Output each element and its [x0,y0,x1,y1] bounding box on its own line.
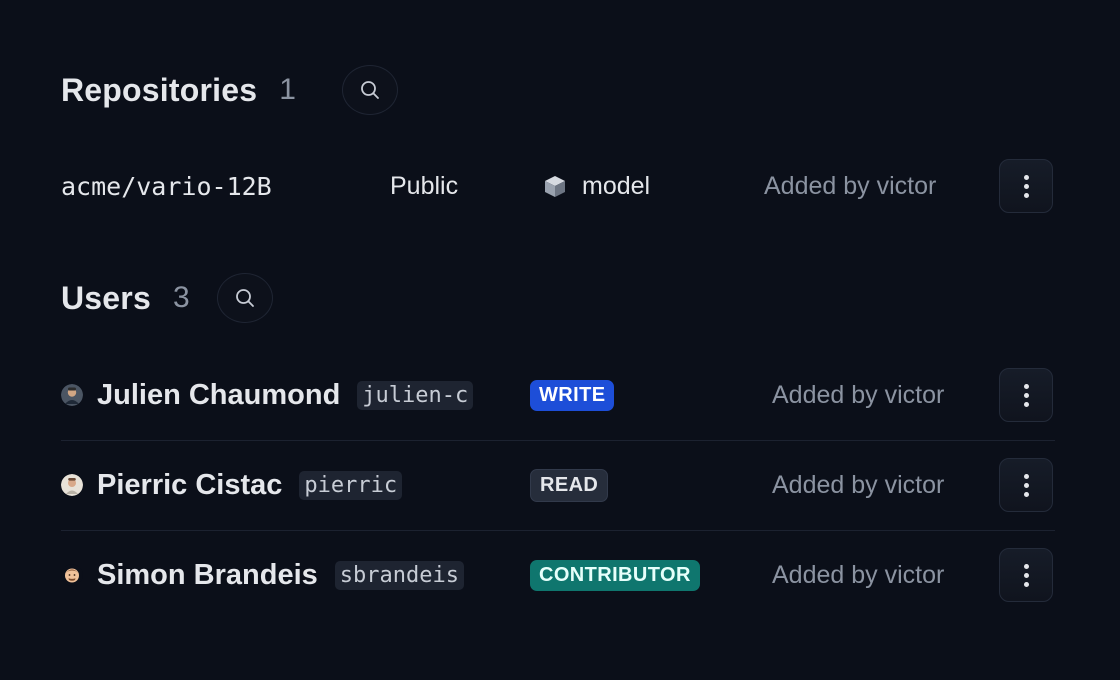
repositories-search-button[interactable] [341,65,398,115]
access-panel: Repositories 1 acme/vario-12B Public mod… [0,0,1120,680]
repository-added-cell: Added by victor [764,141,936,231]
user-handle: pierric [299,470,403,500]
search-icon [361,81,379,99]
repositories-count: 1 [279,73,296,106]
user-identity-cell: Julien Chaumond julien-c [61,350,474,440]
user-menu-cell [999,440,1053,530]
user-name[interactable]: Simon Brandeis [97,559,318,592]
user-added-by: Added by victor [772,560,945,589]
user-row: Pierric Cistac pierric READ Added by vic… [61,440,1055,531]
user-menu-button[interactable] [999,458,1053,512]
user-added-by: Added by victor [772,470,945,499]
users-count: 3 [172,281,190,314]
avatar[interactable] [61,384,83,406]
user-row: Julien Chaumond julien-c WRITE Added by … [61,350,1055,441]
repositories-header: Repositories 1 [61,64,398,116]
user-identity-cell: Pierric Cistac pierric [61,440,403,530]
repository-menu-button[interactable] [999,159,1053,213]
repository-visibility: Public [390,171,459,200]
user-name[interactable]: Julien Chaumond [97,379,340,412]
users-header: Users 3 [61,272,273,324]
more-vertical-icon [1023,383,1029,407]
users-title: Users [61,279,151,316]
cube-icon [545,176,565,197]
user-row: Simon Brandeis sbrandeis CONTRIBUTOR Add… [61,530,1055,620]
repository-type-cell: model [543,141,650,231]
search-icon [235,289,254,307]
user-menu-cell [999,350,1053,440]
repository-menu-cell [999,141,1053,231]
repositories-title: Repositories [61,71,258,108]
user-role-cell: WRITE [530,350,615,440]
user-added-cell: Added by victor [772,350,944,440]
repository-row: acme/vario-12B Public model Added by vic… [61,141,1055,231]
repository-name[interactable]: acme/vario-12B [61,172,272,201]
users-search-button[interactable] [216,273,273,323]
user-role-cell: CONTRIBUTOR [530,530,700,620]
role-badge[interactable]: READ [530,468,609,502]
user-menu-button[interactable] [999,548,1053,602]
role-badge[interactable]: WRITE [530,379,615,411]
repository-name-cell: acme/vario-12B [61,141,272,231]
more-vertical-icon [1023,563,1029,587]
user-identity-cell: Simon Brandeis sbrandeis [61,530,464,620]
avatar[interactable] [61,564,83,586]
user-menu-cell [999,530,1053,620]
user-added-cell: Added by victor [772,440,944,530]
role-badge[interactable]: CONTRIBUTOR [530,559,700,591]
user-handle: julien-c [357,380,474,410]
user-added-cell: Added by victor [772,530,944,620]
repository-visibility-cell: Public [390,141,458,231]
avatar[interactable] [61,474,83,496]
more-vertical-icon [1023,473,1029,497]
user-role-cell: READ [530,440,609,530]
user-added-by: Added by victor [772,380,945,409]
user-handle: sbrandeis [334,560,464,590]
repository-type: model [582,171,651,200]
repository-added-by: Added by victor [764,171,937,200]
more-vertical-icon [1023,174,1029,198]
user-menu-button[interactable] [999,368,1053,422]
user-name[interactable]: Pierric Cistac [97,469,282,502]
